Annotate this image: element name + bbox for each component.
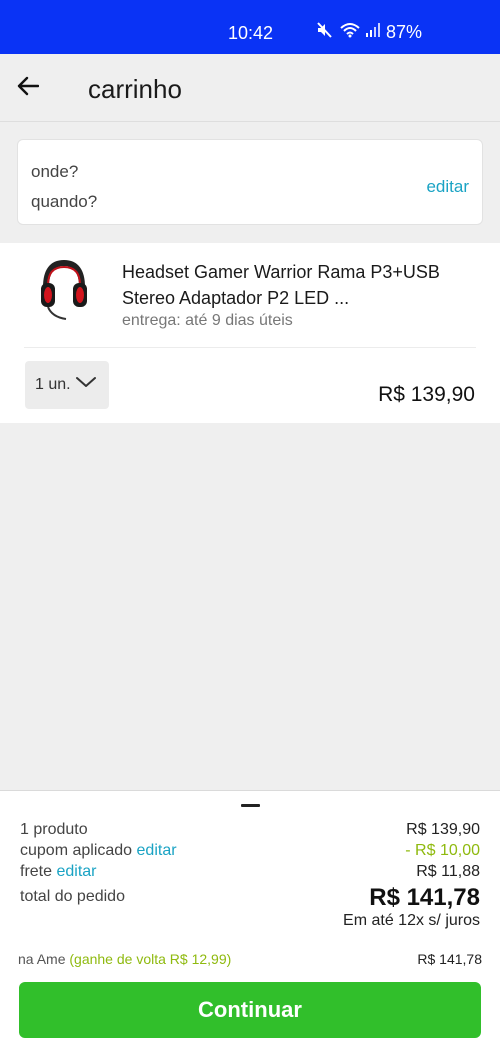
- shipping-label: frete: [20, 863, 53, 880]
- summary-coupon-row: cupom aplicado editar - R$ 10,00: [20, 842, 480, 860]
- shipping-value: R$ 11,88: [416, 863, 480, 880]
- ame-value: R$ 141,78: [417, 951, 482, 967]
- total-label: total do pedido: [20, 888, 125, 905]
- total-value: R$ 141,78: [369, 884, 480, 911]
- status-icons: 87%: [316, 22, 422, 43]
- edit-coupon-link[interactable]: editar: [137, 842, 177, 859]
- status-bar: 10:42 87%: [0, 0, 500, 54]
- ame-label: na Ame: [18, 951, 66, 967]
- summary-products-row: 1 produto R$ 139,90: [20, 821, 480, 839]
- wifi-icon: [340, 22, 360, 43]
- divider: [24, 347, 476, 348]
- where-label: onde?: [31, 162, 79, 181]
- status-time: 10:42: [228, 23, 274, 43]
- mute-icon: [316, 22, 334, 43]
- coupon-label: cupom aplicado: [20, 842, 133, 859]
- ame-payment-row: na Ame (ganhe de volta R$ 12,99) R$ 141,…: [18, 951, 482, 967]
- edit-delivery-link[interactable]: editar: [426, 177, 469, 197]
- summary-shipping-row: frete editar R$ 11,88: [20, 863, 480, 881]
- products-count-label: 1 produto: [20, 821, 88, 838]
- continue-button[interactable]: Continuar: [19, 982, 481, 1038]
- product-name[interactable]: Headset Gamer Warrior Rama P3+USB Stereo…: [122, 259, 472, 311]
- products-value: R$ 139,90: [406, 821, 480, 838]
- ame-cashback: (ganhe de volta R$ 12,99): [69, 951, 232, 967]
- chevron-down-icon: [75, 375, 97, 394]
- battery-level: 87%: [386, 22, 423, 42]
- coupon-value: - R$ 10,00: [405, 842, 480, 859]
- cart-item: Headset Gamer Warrior Rama P3+USB Stereo…: [0, 243, 500, 423]
- app-bar: carrinho: [0, 54, 500, 122]
- drag-handle[interactable]: [241, 804, 260, 807]
- product-image[interactable]: [38, 259, 90, 323]
- summary-total-row: total do pedido R$ 141,78: [20, 884, 480, 912]
- page-title: carrinho: [88, 74, 182, 104]
- arrow-left-icon: [17, 76, 40, 101]
- delivery-estimate: entrega: até 9 dias úteis: [122, 312, 293, 329]
- edit-shipping-link[interactable]: editar: [56, 863, 96, 880]
- quantity-select[interactable]: 1 un.: [25, 361, 109, 409]
- quantity-value: 1 un.: [35, 376, 71, 393]
- back-button[interactable]: [14, 74, 42, 102]
- order-summary-sheet: 1 produto R$ 139,90 cupom aplicado edita…: [0, 790, 500, 1056]
- signal-icon: [366, 23, 380, 42]
- delivery-location-card[interactable]: onde? quando? editar: [17, 139, 483, 225]
- when-label: quando?: [31, 192, 98, 211]
- installments-info: Em até 12x s/ juros: [343, 912, 480, 929]
- product-price: R$ 139,90: [378, 383, 475, 406]
